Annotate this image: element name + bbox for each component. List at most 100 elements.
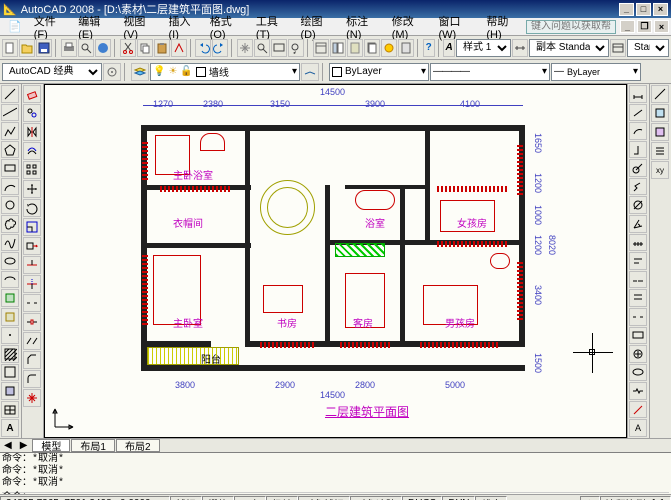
menu-insert[interactable]: 插入(I) [162, 13, 203, 41]
sheet-set-button[interactable] [364, 39, 380, 57]
toggle-ortho[interactable]: 正交 [234, 496, 266, 500]
hatch-tool[interactable] [1, 345, 19, 363]
make-block-tool[interactable] [1, 308, 19, 326]
new-button[interactable] [2, 39, 18, 57]
toggle-dyn[interactable]: DYN [442, 496, 475, 500]
dim-style-select[interactable]: 副本 Standard [529, 39, 609, 57]
dim-arc-tool[interactable] [629, 122, 647, 140]
break-at-tool[interactable] [23, 294, 41, 312]
design-center-button[interactable] [330, 39, 346, 57]
tool-palettes-button[interactable] [347, 39, 363, 57]
toggle-ducs[interactable]: DUCS [402, 496, 442, 500]
text-style-select[interactable]: 样式 1 [456, 39, 511, 57]
arc-tool[interactable] [1, 178, 19, 196]
help-button[interactable]: ? [423, 39, 435, 57]
cut-button[interactable] [120, 39, 136, 57]
stretch-tool[interactable] [23, 237, 41, 255]
dim-style-icon[interactable] [512, 39, 528, 57]
dim-diameter-tool[interactable] [629, 196, 647, 214]
array-tool[interactable] [23, 161, 41, 179]
copy-button[interactable] [137, 39, 153, 57]
rotate-tool[interactable] [23, 199, 41, 217]
linetype-dropdown[interactable]: ———— ▾ [430, 63, 550, 81]
dim-radius-tool[interactable] [629, 159, 647, 177]
mtext-tool[interactable]: A [1, 419, 19, 437]
dim-baseline-tool[interactable] [629, 252, 647, 270]
dim-break-tool[interactable] [629, 308, 647, 326]
drawing-canvas[interactable]: 14500 1270 2380 3150 3900 4100 1650 1200… [44, 84, 627, 438]
menu-tools[interactable]: 工具(T) [250, 13, 295, 41]
toggle-otrack[interactable]: 对象追踪 [350, 496, 402, 500]
save-button[interactable] [36, 39, 52, 57]
table-tool[interactable] [1, 401, 19, 419]
publish-button[interactable] [95, 39, 111, 57]
help-search-input[interactable] [526, 20, 616, 34]
menu-dim[interactable]: 标注(N) [340, 13, 386, 41]
dim-ordinate-tool[interactable] [629, 141, 647, 159]
dim-continue-tool[interactable] [629, 271, 647, 289]
calc-button[interactable] [398, 39, 414, 57]
gradient-tool[interactable] [1, 364, 19, 382]
region-tool[interactable] [1, 382, 19, 400]
dim-edit-tool[interactable] [629, 401, 647, 419]
match-button[interactable] [171, 39, 187, 57]
move-tool[interactable] [23, 180, 41, 198]
paste-button[interactable] [154, 39, 170, 57]
table-style-icon[interactable] [610, 39, 626, 57]
dim-space-tool[interactable] [629, 289, 647, 307]
zoom-window-button[interactable] [271, 39, 287, 57]
zoom-prev-button[interactable] [288, 39, 304, 57]
spline-tool[interactable] [1, 234, 19, 252]
menu-view[interactable]: 视图(V) [117, 13, 162, 41]
doc-minimize-button[interactable]: _ [620, 20, 635, 33]
menu-file[interactable]: 文件(F) [28, 13, 73, 41]
preview-button[interactable] [78, 39, 94, 57]
polygon-tool[interactable] [1, 141, 19, 159]
properties-button[interactable] [313, 39, 329, 57]
copy-tool[interactable] [23, 104, 41, 122]
command-input[interactable] [32, 493, 669, 494]
insert-block-tool[interactable] [1, 289, 19, 307]
toggle-snap[interactable]: 捕捉 [170, 496, 202, 500]
color-dropdown[interactable]: ByLayer ▾ [329, 63, 429, 81]
undo-button[interactable] [195, 39, 211, 57]
menu-window[interactable]: 窗口(W) [433, 13, 481, 41]
toggle-lwt[interactable]: 线宽 [475, 496, 507, 500]
toggle-polar[interactable]: 极轴 [266, 496, 298, 500]
redo-button[interactable] [212, 39, 228, 57]
xline-tool[interactable] [1, 104, 19, 122]
fillet-tool[interactable] [23, 370, 41, 388]
dim-jogged-tool[interactable] [629, 178, 647, 196]
break-tool[interactable] [23, 313, 41, 331]
table-style-select[interactable]: Stand [627, 39, 669, 57]
scale-tool[interactable] [23, 218, 41, 236]
menu-draw[interactable]: 绘图(D) [294, 13, 340, 41]
menu-help[interactable]: 帮助(H) [480, 13, 526, 41]
toggle-grid[interactable]: 栅格 [202, 496, 234, 500]
annotation-scale-icon[interactable]: △ [580, 496, 600, 500]
tab-scroll-left[interactable]: ◀ [0, 440, 16, 451]
tab-layout1[interactable]: 布局1 [71, 439, 115, 452]
dist-tool[interactable] [651, 85, 669, 103]
explode-tool[interactable] [23, 389, 41, 407]
layer-dropdown[interactable]: 💡 ☀ 🔓 墙线 ▾ [150, 63, 300, 81]
inspect-tool[interactable] [629, 364, 647, 382]
workspace-select[interactable]: AutoCAD 经典 [2, 63, 102, 81]
toggle-osnap[interactable]: 对象捕捉 [298, 496, 350, 500]
dim-angular-tool[interactable] [629, 215, 647, 233]
mirror-tool[interactable] [23, 123, 41, 141]
pline-tool[interactable] [1, 122, 19, 140]
workspace-settings-button[interactable] [103, 63, 121, 81]
lineweight-dropdown[interactable]: — ByLayer ▾ [551, 63, 641, 81]
line-tool[interactable] [1, 85, 19, 103]
pan-button[interactable] [237, 39, 253, 57]
doc-restore-button[interactable]: ❐ [637, 20, 652, 33]
erase-tool[interactable] [23, 85, 41, 103]
menu-modify[interactable]: 修改(M) [386, 13, 433, 41]
ellipse-tool[interactable] [1, 252, 19, 270]
markup-button[interactable] [381, 39, 397, 57]
rect-tool[interactable] [1, 159, 19, 177]
menu-format[interactable]: 格式(O) [204, 13, 250, 41]
open-button[interactable] [19, 39, 35, 57]
offset-tool[interactable] [23, 142, 41, 160]
